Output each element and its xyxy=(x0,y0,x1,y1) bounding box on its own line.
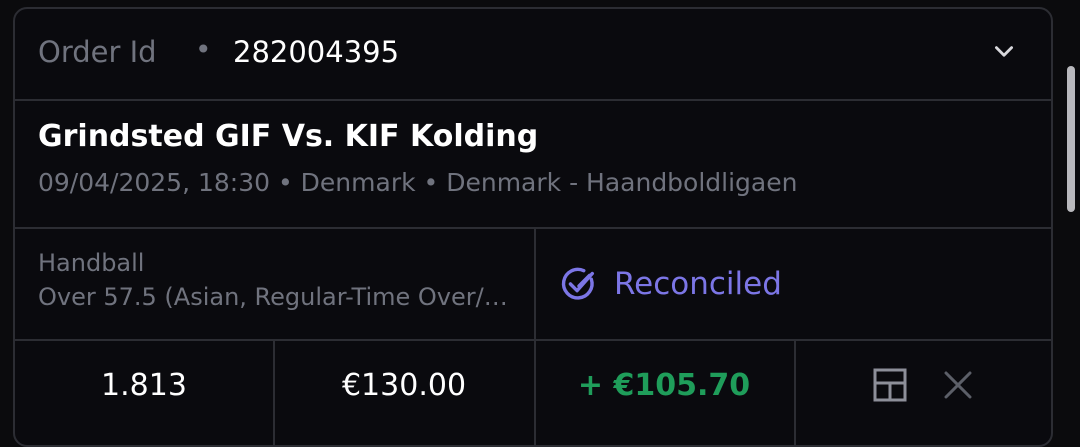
bet-details: Handball Over 57.5 (Asian, Regular-Time … xyxy=(15,229,1051,341)
column-divider xyxy=(534,229,536,339)
sport-label: Handball xyxy=(38,249,145,277)
close-icon[interactable] xyxy=(940,367,976,403)
chevron-down-icon[interactable] xyxy=(991,39,1017,65)
stake-value: €130.00 xyxy=(341,367,467,403)
event-meta: 09/04/2025, 18:30 • Denmark • Denmark - … xyxy=(38,168,798,197)
scrollbar[interactable] xyxy=(1067,66,1075,212)
order-card: Order Id • 282004395 Grindsted GIF Vs. K… xyxy=(13,7,1053,447)
grid-layout-icon[interactable] xyxy=(872,367,908,403)
event-section: Grindsted GIF Vs. KIF Kolding 09/04/2025… xyxy=(15,101,1051,229)
bet-values: 1.813 €130.00 + €105.70 xyxy=(15,341,1051,445)
order-id-label: Order Id xyxy=(38,35,157,69)
event-title: Grindsted GIF Vs. KIF Kolding xyxy=(38,119,539,154)
order-header[interactable]: Order Id • 282004395 xyxy=(15,9,1051,101)
return-value: + €105.70 xyxy=(577,367,751,403)
odds-value: 1.813 xyxy=(101,367,187,403)
order-id-value: 282004395 xyxy=(233,35,400,69)
market-label: Over 57.5 (Asian, Regular-Time Over/Unde… xyxy=(38,283,512,311)
status-text: Reconciled xyxy=(614,266,782,302)
check-double-icon xyxy=(561,267,595,300)
status-badge: Reconciled xyxy=(560,262,782,306)
action-buttons xyxy=(795,341,1051,429)
order-id-separator: • xyxy=(195,33,212,66)
